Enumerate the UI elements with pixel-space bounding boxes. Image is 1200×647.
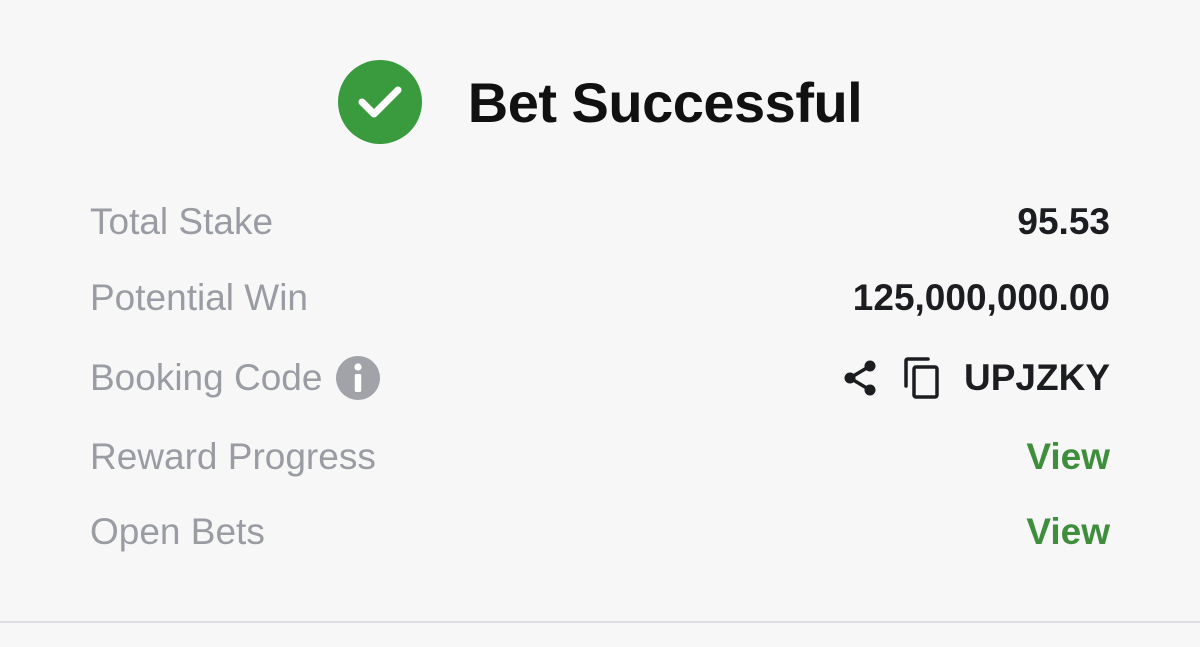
booking-code-value[interactable]: UPJZKY: [964, 357, 1110, 399]
reward-progress-row: Reward Progress View: [90, 432, 1110, 482]
reward-progress-label: Reward Progress: [90, 436, 376, 477]
open-bets-row: Open Bets View: [90, 507, 1110, 557]
reward-progress-view-link[interactable]: View: [1026, 436, 1110, 478]
potential-win-value: 125,000,000.00: [852, 277, 1110, 318]
potential-win-row: Potential Win 125,000,000.00: [90, 273, 1110, 323]
booking-code-value-group: UPJZKY: [840, 356, 1110, 400]
booking-code-label: Booking Code: [90, 357, 323, 398]
open-bets-view-link[interactable]: View: [1026, 511, 1110, 553]
booking-code-label-group: Booking Code: [90, 356, 381, 400]
total-stake-value: 95.53: [1017, 201, 1110, 242]
bet-success-panel: Bet Successful Total Stake 95.53 Potenti…: [0, 0, 1200, 647]
success-header: Bet Successful: [0, 58, 1200, 146]
booking-code-row: Booking Code UPJZKY: [90, 353, 1110, 403]
info-icon[interactable]: [336, 356, 381, 400]
copy-icon[interactable]: [902, 356, 942, 400]
total-stake-row: Total Stake 95.53: [90, 197, 1110, 247]
open-bets-label: Open Bets: [90, 511, 265, 552]
divider: [0, 621, 1200, 623]
share-icon[interactable]: [840, 358, 880, 398]
total-stake-label: Total Stake: [90, 201, 274, 242]
potential-win-label: Potential Win: [90, 277, 308, 318]
page-title: Bet Successful: [467, 70, 863, 134]
check-circle-icon: [337, 60, 422, 144]
